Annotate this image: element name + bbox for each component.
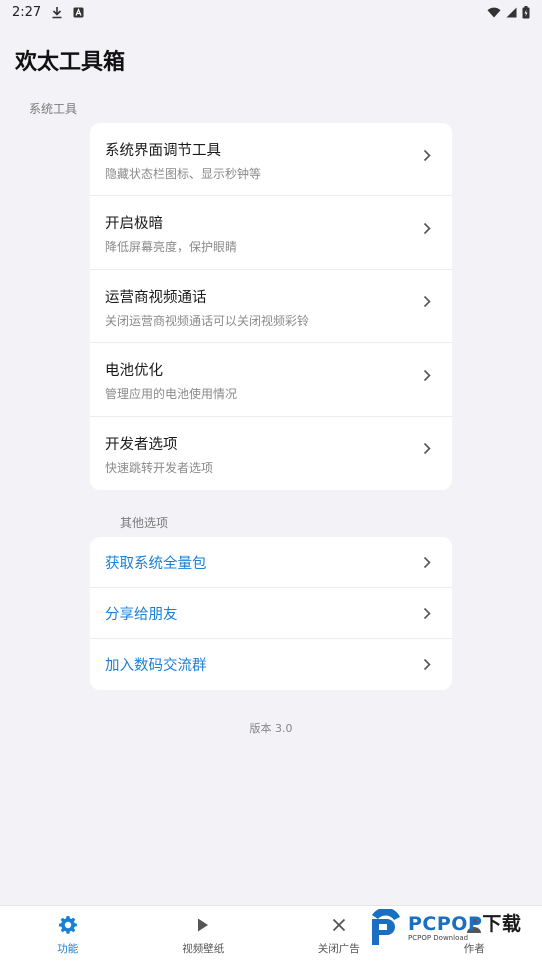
- nav-tab-features[interactable]: 功能: [0, 906, 136, 963]
- nav-label: 视频壁纸: [182, 943, 225, 955]
- chevron-right-icon: [422, 658, 432, 672]
- list-item-ui-tuner[interactable]: 系统界面调节工具 隐藏状态栏图标、显示秒钟等: [90, 123, 452, 197]
- list-item-battery-optimization[interactable]: 电池优化 管理应用的电池使用情况: [90, 343, 452, 417]
- item-subtitle: 降低屏幕亮度，保护眼睛: [105, 240, 238, 255]
- item-title: 获取系统全量包: [105, 555, 207, 572]
- section-label-system: 系统工具: [29, 102, 78, 116]
- status-time: 2:27: [12, 4, 42, 20]
- watermark-text: PCPOP下载: [408, 912, 522, 935]
- item-title: 系统界面调节工具: [105, 143, 221, 159]
- list-item-full-package[interactable]: 获取系统全量包: [90, 537, 452, 588]
- download-icon: [51, 6, 63, 19]
- chevron-right-icon: [422, 295, 432, 309]
- pcpop-watermark: PCPOP下载 PCPOP Download: [368, 906, 538, 950]
- item-title: 开发者选项: [105, 436, 178, 453]
- item-title: 开启极暗: [105, 216, 163, 233]
- nav-label: 关闭广告: [317, 943, 360, 955]
- pcpop-logo-icon: [368, 907, 404, 947]
- item-subtitle: 管理应用的电池使用情况: [105, 387, 238, 402]
- play-icon: [192, 914, 214, 936]
- nav-label: 功能: [57, 943, 79, 955]
- item-subtitle: 关闭运营商视频通话可以关闭视频彩铃: [105, 313, 310, 328]
- watermark-subtext: PCPOP Download: [408, 933, 469, 942]
- page-title: 欢太工具箱: [15, 50, 126, 75]
- nav-tab-video-wallpaper[interactable]: 视频壁纸: [136, 906, 272, 963]
- chevron-right-icon: [422, 442, 432, 456]
- version-label: 版本 3.0: [249, 722, 293, 735]
- chevron-right-icon: [422, 555, 432, 569]
- gear-icon: [57, 914, 79, 936]
- chevron-right-icon: [422, 221, 432, 235]
- item-subtitle: 快速跳转开发者选项: [105, 460, 214, 475]
- item-title: 运营商视频通话: [105, 289, 207, 306]
- battery-icon: [522, 5, 530, 19]
- chevron-right-icon: [422, 148, 432, 162]
- item-subtitle: 隐藏状态栏图标、显示秒钟等: [105, 167, 262, 181]
- item-title: 分享给朋友: [105, 606, 178, 623]
- list-item-extra-dim[interactable]: 开启极暗 降低屏幕亮度，保护眼睛: [90, 196, 452, 270]
- close-icon: [328, 914, 350, 936]
- signal-icon: [506, 7, 517, 18]
- status-bar: 2:27: [0, 0, 542, 24]
- other-options-card: 获取系统全量包 分享给朋友 加入数码交流群: [90, 537, 452, 690]
- system-tools-card: 系统界面调节工具 隐藏状态栏图标、显示秒钟等 开启极暗 降低屏幕亮度，保护眼睛 …: [90, 123, 452, 490]
- list-item-developer-options[interactable]: 开发者选项 快速跳转开发者选项: [90, 417, 452, 490]
- chevron-right-icon: [422, 606, 432, 620]
- wifi-icon: [487, 7, 501, 18]
- item-title: 电池优化: [105, 363, 163, 380]
- list-item-join-group[interactable]: 加入数码交流群: [90, 639, 452, 690]
- list-item-carrier-video-call[interactable]: 运营商视频通话 关闭运营商视频通话可以关闭视频彩铃: [90, 270, 452, 344]
- section-label-other: 其他选项: [120, 516, 169, 530]
- a-badge-icon: [73, 7, 84, 18]
- item-title: 加入数码交流群: [105, 658, 207, 674]
- chevron-right-icon: [422, 368, 432, 382]
- list-item-share[interactable]: 分享给朋友: [90, 588, 452, 639]
